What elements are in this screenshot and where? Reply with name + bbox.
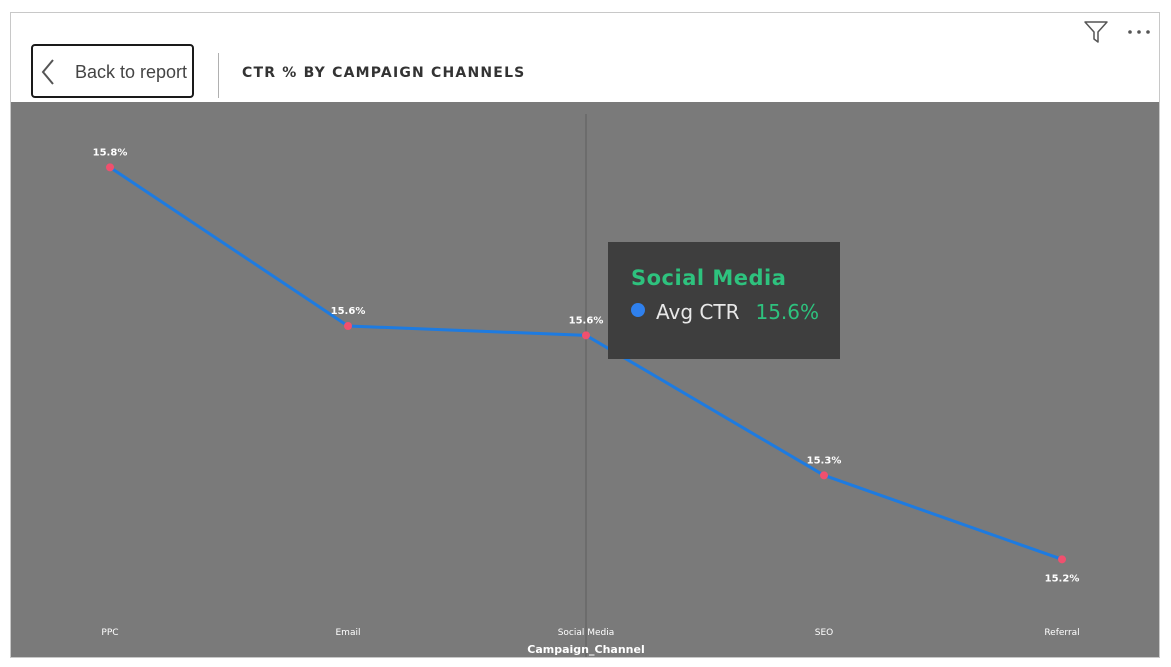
- tooltip-title: Social Media: [631, 266, 787, 290]
- data-label: 15.2%: [1045, 573, 1080, 584]
- x-tick-label: Email: [336, 628, 361, 638]
- data-point-marker: [582, 331, 590, 340]
- visual-focus-frame: Back to report CTR % BY CAMPAIGN CHANNEL…: [10, 12, 1160, 658]
- back-to-report-button[interactable]: Back to report: [31, 44, 194, 98]
- x-axis-title: Campaign_Channel: [527, 643, 644, 656]
- tooltip-series-label: Avg CTR: [656, 300, 740, 324]
- data-point-marker: [1058, 555, 1066, 564]
- x-tick-label: Referral: [1044, 628, 1079, 638]
- tooltip-series-dot: [631, 303, 645, 317]
- filter-icon[interactable]: [1083, 19, 1109, 45]
- data-label: 15.3%: [807, 455, 842, 466]
- more-options-icon[interactable]: [1127, 27, 1151, 37]
- back-to-report-label: Back to report: [75, 62, 188, 82]
- visual-toolbar: [1083, 19, 1151, 45]
- x-tick-label: Social Media: [558, 628, 615, 638]
- data-point-marker: [344, 322, 352, 330]
- x-tick-label: SEO: [815, 628, 833, 638]
- chart-tooltip: Social Media Avg CTR 15.6%: [608, 242, 840, 359]
- data-label: 15.6%: [331, 306, 366, 317]
- tooltip-value: 15.6%: [755, 300, 820, 324]
- data-label: 15.8%: [93, 147, 128, 158]
- data-point-marker: [106, 163, 114, 172]
- header-divider: [218, 53, 219, 98]
- line-chart-area: 15.8% PPC 15.6% Email 15.6% Social Media 15.3%…: [11, 102, 1159, 657]
- line-chart: 15.8% PPC 15.6% Email 15.6% Social Media 15.3%…: [93, 114, 1080, 657]
- x-tick-label: PPC: [101, 628, 118, 638]
- chevron-left-icon: [41, 59, 54, 85]
- data-label: 15.6%: [569, 315, 604, 326]
- visual-title: CTR % BY CAMPAIGN CHANNELS: [242, 65, 526, 81]
- focus-mode-header: Back to report CTR % BY CAMPAIGN CHANNEL…: [11, 13, 1159, 102]
- data-point-marker: [820, 471, 828, 480]
- tooltip-row: Avg CTR 15.6%: [631, 300, 840, 324]
